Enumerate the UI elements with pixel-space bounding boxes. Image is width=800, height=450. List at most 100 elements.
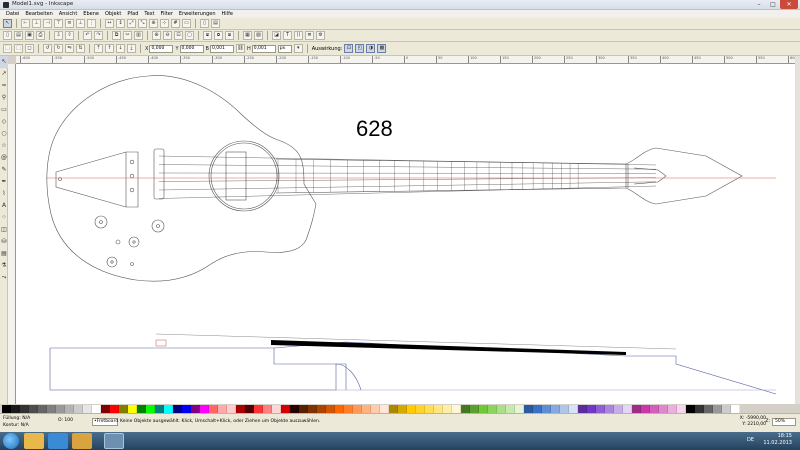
node-tool-icon[interactable]: ↗	[0, 68, 8, 80]
layer-select[interactable]: •Fretboard	[92, 418, 118, 426]
palette-swatch[interactable]	[533, 405, 542, 413]
tweak-tool-icon[interactable]: ≈	[0, 80, 8, 92]
pencil-tool-icon[interactable]: ✎	[0, 164, 8, 176]
palette-swatch[interactable]	[2, 405, 11, 413]
deselect-icon[interactable]: ◻	[25, 44, 34, 53]
palette-swatch[interactable]	[38, 405, 47, 413]
open-doc-icon[interactable]: ▤	[211, 19, 220, 28]
palette-swatch[interactable]	[452, 405, 461, 413]
unit-select[interactable]: px	[277, 44, 292, 53]
palette-swatch[interactable]	[704, 405, 713, 413]
paste-icon[interactable]: ▥	[134, 31, 143, 40]
palette-swatch[interactable]	[200, 405, 209, 413]
palette-swatch[interactable]	[569, 405, 578, 413]
palette-swatch[interactable]	[488, 405, 497, 413]
menu-pfad[interactable]: Pfad	[124, 10, 141, 18]
internet-explorer-icon[interactable]	[48, 433, 68, 449]
palette-swatch[interactable]	[398, 405, 407, 413]
palette-swatch[interactable]	[578, 405, 587, 413]
flip-vertical-icon[interactable]: ⇅	[76, 44, 85, 53]
palette-swatch[interactable]	[29, 405, 38, 413]
palette-swatch[interactable]	[614, 405, 623, 413]
zoom-tool-icon[interactable]: ⚲	[0, 92, 8, 104]
palette-swatch[interactable]	[686, 405, 695, 413]
align-middle-icon[interactable]: ≡	[65, 19, 74, 28]
menu-filter[interactable]: Filter	[158, 10, 176, 18]
palette-swatch[interactable]	[245, 405, 254, 413]
palette-swatch[interactable]	[128, 405, 137, 413]
language-indicator[interactable]: DE	[747, 437, 754, 443]
affect-corners-icon[interactable]: ◰	[355, 44, 365, 53]
fill-stroke-icon[interactable]: ◪	[272, 31, 281, 40]
zoom-field[interactable]: 50%	[772, 418, 796, 426]
zoom-fit-icon[interactable]: ⊡	[174, 31, 183, 40]
palette-swatch[interactable]	[173, 405, 182, 413]
align-right-icon[interactable]: ⊣	[43, 19, 52, 28]
affect-pattern-icon[interactable]: ▩	[377, 44, 387, 53]
palette-swatch[interactable]	[326, 405, 335, 413]
palette-swatch[interactable]	[308, 405, 317, 413]
palette-swatch[interactable]	[677, 405, 686, 413]
palette-swatch[interactable]	[209, 405, 218, 413]
maximize-icon[interactable]: □	[766, 0, 780, 9]
preferences-icon[interactable]: ⚙	[316, 31, 325, 40]
palette-swatch[interactable]	[434, 405, 443, 413]
xml-editor-icon[interactable]: ⟨⟩	[294, 31, 303, 40]
palette-swatch[interactable]	[83, 405, 92, 413]
x-input[interactable]: 0,000	[149, 44, 174, 53]
palette-swatch[interactable]	[506, 405, 515, 413]
align-dialog-icon[interactable]: ≣	[305, 31, 314, 40]
palette-swatch[interactable]	[263, 405, 272, 413]
palette-swatch[interactable]	[254, 405, 263, 413]
palette-swatch[interactable]	[668, 405, 677, 413]
align-bottom-icon[interactable]: ⊥	[76, 19, 85, 28]
palette-swatch[interactable]	[461, 405, 470, 413]
align-center-icon[interactable]: ⊥	[32, 19, 41, 28]
palette-swatch[interactable]	[731, 405, 740, 413]
cut-icon[interactable]: ✂	[123, 31, 132, 40]
palette-swatch[interactable]	[353, 405, 362, 413]
new-file-icon[interactable]: ▯	[3, 31, 12, 40]
palette-swatch[interactable]	[110, 405, 119, 413]
affect-gradient-icon[interactable]: ◑	[366, 44, 376, 53]
palette-swatch[interactable]	[542, 405, 551, 413]
system-clock[interactable]: 18:15 11.02.2013	[763, 433, 792, 447]
folder-icon[interactable]	[72, 433, 92, 449]
align-left-icon[interactable]: ⊢	[21, 19, 30, 28]
palette-swatch[interactable]	[65, 405, 74, 413]
palette-swatch[interactable]	[551, 405, 560, 413]
menu-erweiterungen[interactable]: Erweiterungen	[176, 10, 219, 18]
flip-horizontal-icon[interactable]: ⇋	[65, 44, 74, 53]
undo-icon[interactable]: ↶	[83, 31, 92, 40]
import-icon[interactable]: ⇩	[54, 31, 63, 40]
menu-hilfe[interactable]: Hilfe	[219, 10, 236, 18]
palette-swatch[interactable]	[182, 405, 191, 413]
palette-swatch[interactable]	[425, 405, 434, 413]
snap-center-icon[interactable]: ⊕	[149, 19, 158, 28]
palette-swatch[interactable]	[335, 405, 344, 413]
palette-swatch[interactable]	[344, 405, 353, 413]
clone-icon[interactable]: ⧇	[214, 31, 223, 40]
vertical-scrollbar[interactable]	[795, 56, 800, 404]
palette-swatch[interactable]	[623, 405, 632, 413]
palette-swatch[interactable]	[137, 405, 146, 413]
explorer-icon[interactable]	[24, 433, 44, 449]
duplicate-icon[interactable]: ⧈	[203, 31, 212, 40]
snap-bbox-icon[interactable]: ⤢	[127, 19, 136, 28]
menu-ebene[interactable]: Ebene	[80, 10, 102, 18]
palette-swatch[interactable]	[470, 405, 479, 413]
palette-swatch[interactable]	[47, 405, 56, 413]
palette-swatch[interactable]	[227, 405, 236, 413]
palette-swatch[interactable]	[605, 405, 614, 413]
palette-swatch[interactable]	[56, 405, 65, 413]
palette-swatch[interactable]	[20, 405, 29, 413]
text-tool-icon[interactable]: A	[0, 200, 8, 212]
menu-bearbeiten[interactable]: Bearbeiten	[22, 10, 55, 18]
ungroup-icon[interactable]: ▧	[254, 31, 263, 40]
palette-swatch[interactable]	[290, 405, 299, 413]
zoom-in-icon[interactable]: ⊕	[152, 31, 161, 40]
palette-swatch[interactable]	[587, 405, 596, 413]
palette-swatch[interactable]	[596, 405, 605, 413]
zoom-out-icon[interactable]: ⊖	[163, 31, 172, 40]
horizontal-ruler[interactable]: -600 -550 -500 -450 -400 -350 -300 -250 -200 -150…	[16, 56, 796, 64]
